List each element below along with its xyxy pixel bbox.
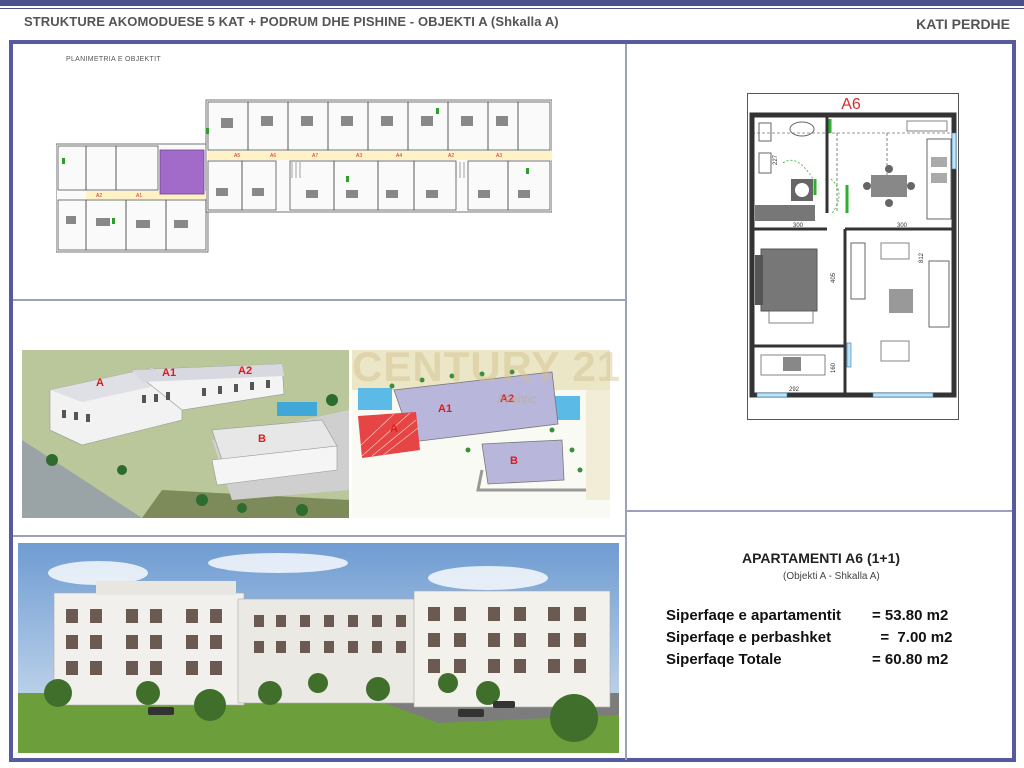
area-value: = 53.80 m2 xyxy=(872,607,949,624)
svg-text:A1: A1 xyxy=(136,193,142,199)
apartment-subtitle: (Objekti A - Shkalla A) xyxy=(783,571,880,582)
apartment-floorplan: A6 300 300 292 405 812 160 227 xyxy=(747,93,959,420)
render-label-a1: A1 xyxy=(162,367,176,379)
dim-6: 160 xyxy=(831,362,837,373)
divider-left-2 xyxy=(13,535,625,537)
top-rule xyxy=(0,0,1024,6)
dim-4: 405 xyxy=(831,272,837,283)
map-label-a1: A1 xyxy=(438,403,452,415)
dim-7: 227 xyxy=(773,154,779,165)
area-value: = 60.80 m2 xyxy=(872,651,949,668)
render-label-b: B xyxy=(258,433,266,445)
watermark-sub: Atlantic xyxy=(497,392,537,406)
svg-text:A6: A6 xyxy=(270,153,276,159)
area-label: Siperfaqe Totale xyxy=(666,651,782,668)
street-render xyxy=(18,543,619,753)
divider-vertical xyxy=(625,44,627,760)
svg-text:A3: A3 xyxy=(496,153,502,159)
svg-text:A7: A7 xyxy=(312,153,318,159)
svg-text:A4: A4 xyxy=(396,153,402,159)
area-label: Siperfaqe e apartamentit xyxy=(666,607,842,624)
sheet-title: STRUKTURE AKOMODUESE 5 KAT + PODRUM DHE … xyxy=(24,14,559,29)
watermark-brand: CENTURY 21 xyxy=(352,343,622,390)
site-plan-drawing: A2 A1 A5 A6 A7 A3 A4 A2 A3 xyxy=(56,99,552,253)
dim-5: 812 xyxy=(919,252,925,263)
apartment-title: APARTAMENTI A6 (1+1) xyxy=(742,550,901,566)
site-plan-label: PLANIMETRIA E OBJEKTIT xyxy=(66,56,161,63)
svg-text:A2: A2 xyxy=(96,193,102,199)
dim-2: 300 xyxy=(897,223,908,229)
dim-1: 300 xyxy=(793,223,804,229)
svg-text:A5: A5 xyxy=(234,153,240,159)
top-rule-thin xyxy=(0,8,1024,9)
floor-label: KATI PERDHE xyxy=(916,16,1010,32)
divider-left-1 xyxy=(13,299,625,301)
svg-text:A3: A3 xyxy=(356,153,362,159)
render-label-a: A xyxy=(96,377,104,389)
svg-text:A2: A2 xyxy=(448,153,454,159)
aerial-render: A A1 A2 B xyxy=(22,350,349,518)
map-label-a: A xyxy=(390,423,398,435)
apartment-info: APARTAMENTI A6 (1+1) (Objekti A - Shkall… xyxy=(628,512,1012,758)
map-label-b: B xyxy=(510,455,518,467)
floorplan-title: A6 xyxy=(841,96,861,113)
area-label: Siperfaqe e perbashket xyxy=(666,629,832,646)
render-label-a2: A2 xyxy=(238,365,252,377)
dim-3: 292 xyxy=(789,387,800,393)
area-value: = 7.00 m2 xyxy=(872,629,953,646)
